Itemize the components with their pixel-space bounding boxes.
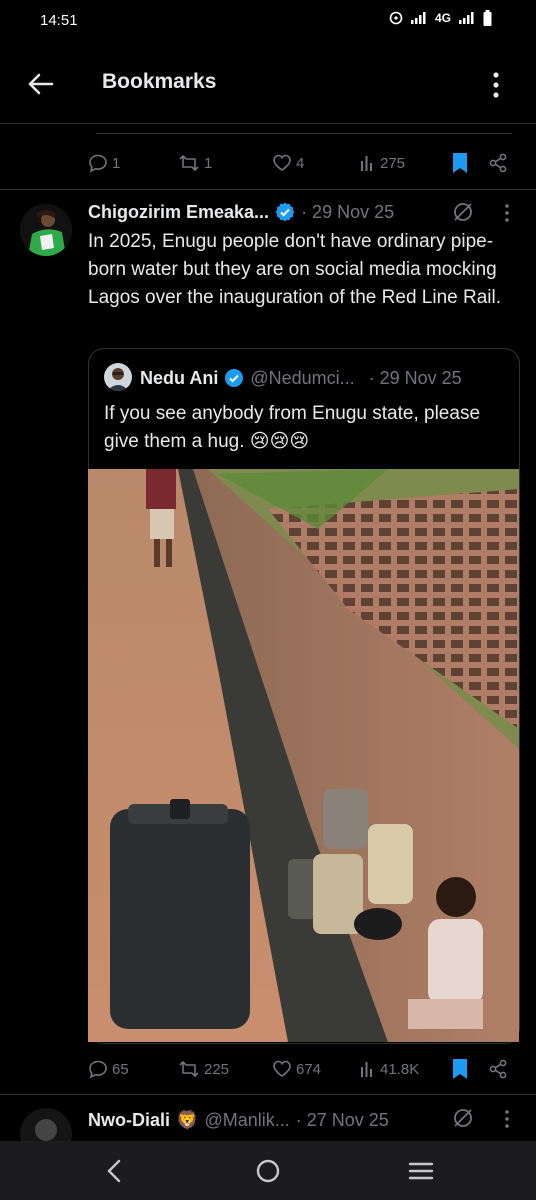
reply-icon [89, 1060, 107, 1079]
views-icon [361, 1062, 372, 1077]
next-tweet-more-icon[interactable] [500, 1108, 514, 1130]
repost-count: 225 [204, 1060, 230, 1078]
page-title: Bookmarks [102, 70, 217, 93]
tweet-header: Chigozirim Emeaka... · 29 Nov 25 [88, 200, 394, 224]
bookmark-icon[interactable] [451, 152, 469, 174]
quote-avatar [104, 363, 132, 391]
signal-icon [410, 12, 426, 24]
views-button[interactable]: 275 [360, 154, 405, 172]
photo-gutter-scene [88, 469, 519, 1042]
repost-icon [179, 1061, 199, 1077]
view-count: 275 [380, 154, 406, 172]
reply-button[interactable]: 65 [88, 1059, 129, 1079]
battery-icon [483, 10, 492, 26]
like-button[interactable]: 674 [272, 1059, 321, 1079]
signal-icon-2 [459, 12, 474, 24]
prev-tweet-embed-edge [96, 133, 512, 134]
view-count: 41.8K [380, 1060, 420, 1078]
quote-verified-badge-icon [225, 369, 244, 387]
next-author-name[interactable]: Nwo-Diali [88, 1110, 170, 1131]
tweet-text: In 2025, Enugu people don't have ordinar… [88, 231, 501, 308]
repost-button[interactable]: 225 [178, 1059, 229, 1079]
avatar-image [20, 204, 72, 256]
quote-date: · 29 Nov 25 [368, 367, 462, 388]
repost-button[interactable]: 1 [178, 153, 212, 173]
views-button[interactable]: 41.8K [360, 1060, 419, 1078]
heart-icon [273, 154, 291, 171]
network-label: 4G [434, 11, 451, 25]
repost-count: 1 [204, 154, 213, 172]
like-count: 4 [296, 154, 305, 172]
tweet-divider-2 [0, 1094, 536, 1095]
system-nav-bar [0, 1141, 536, 1200]
tweet-photo[interactable] [88, 469, 519, 1042]
reply-count: 1 [112, 154, 121, 172]
next-date: · 27 Nov 25 [295, 1109, 389, 1130]
quote-handle: @Nedumci... [250, 367, 355, 388]
reply-count: 65 [112, 1060, 129, 1078]
quote-avatar-image [104, 363, 132, 391]
share-icon[interactable] [488, 153, 508, 173]
like-count: 674 [296, 1060, 322, 1078]
share-icon[interactable] [488, 1059, 508, 1079]
next-author-badge-emoji: 🦁 [176, 1109, 199, 1130]
next-handle: @Manlik... [204, 1109, 290, 1130]
nav-home-icon[interactable] [256, 1159, 280, 1183]
repost-icon [179, 155, 199, 171]
nav-back-icon[interactable] [104, 1159, 124, 1183]
verified-badge-icon [275, 202, 295, 222]
bookmark-icon[interactable] [451, 1058, 469, 1080]
heart-icon [273, 1060, 291, 1077]
quote-header: Nedu Ani @Nedumci... · 29 Nov 25 [140, 366, 462, 390]
prev-tweet-actions: 1 1 4 275 [0, 150, 536, 176]
grok-icon[interactable] [451, 200, 475, 224]
more-options-icon[interactable] [486, 70, 506, 100]
views-icon [361, 156, 372, 171]
status-time: 14:51 [40, 12, 78, 29]
quote-author-name: Nedu Ani [140, 367, 219, 388]
back-arrow-icon[interactable] [24, 68, 56, 100]
tweet-divider [0, 189, 536, 190]
header-divider [0, 123, 536, 124]
tweet-actions: 65 225 674 41.8K [0, 1056, 536, 1082]
like-button[interactable]: 4 [272, 153, 304, 173]
next-tweet-header: Nwo-Diali 🦁 @Manlik... · 27 Nov 25 [88, 1108, 389, 1132]
tweet-date: · 29 Nov 25 [301, 201, 395, 222]
status-bar: 14:51 4G [0, 0, 536, 44]
alarm-icon [389, 11, 403, 25]
author-name[interactable]: Chigozirim Emeaka... [88, 202, 269, 223]
reply-icon [89, 154, 107, 173]
avatar[interactable] [20, 204, 72, 256]
quote-text: If you see anybody from Enugu state, ple… [104, 403, 481, 452]
reply-button[interactable]: 1 [88, 153, 120, 173]
grok-icon-2[interactable] [451, 1106, 475, 1130]
tweet-more-icon[interactable] [500, 202, 514, 224]
status-icons: 4G [389, 10, 492, 26]
nav-recents-icon[interactable] [408, 1161, 434, 1181]
